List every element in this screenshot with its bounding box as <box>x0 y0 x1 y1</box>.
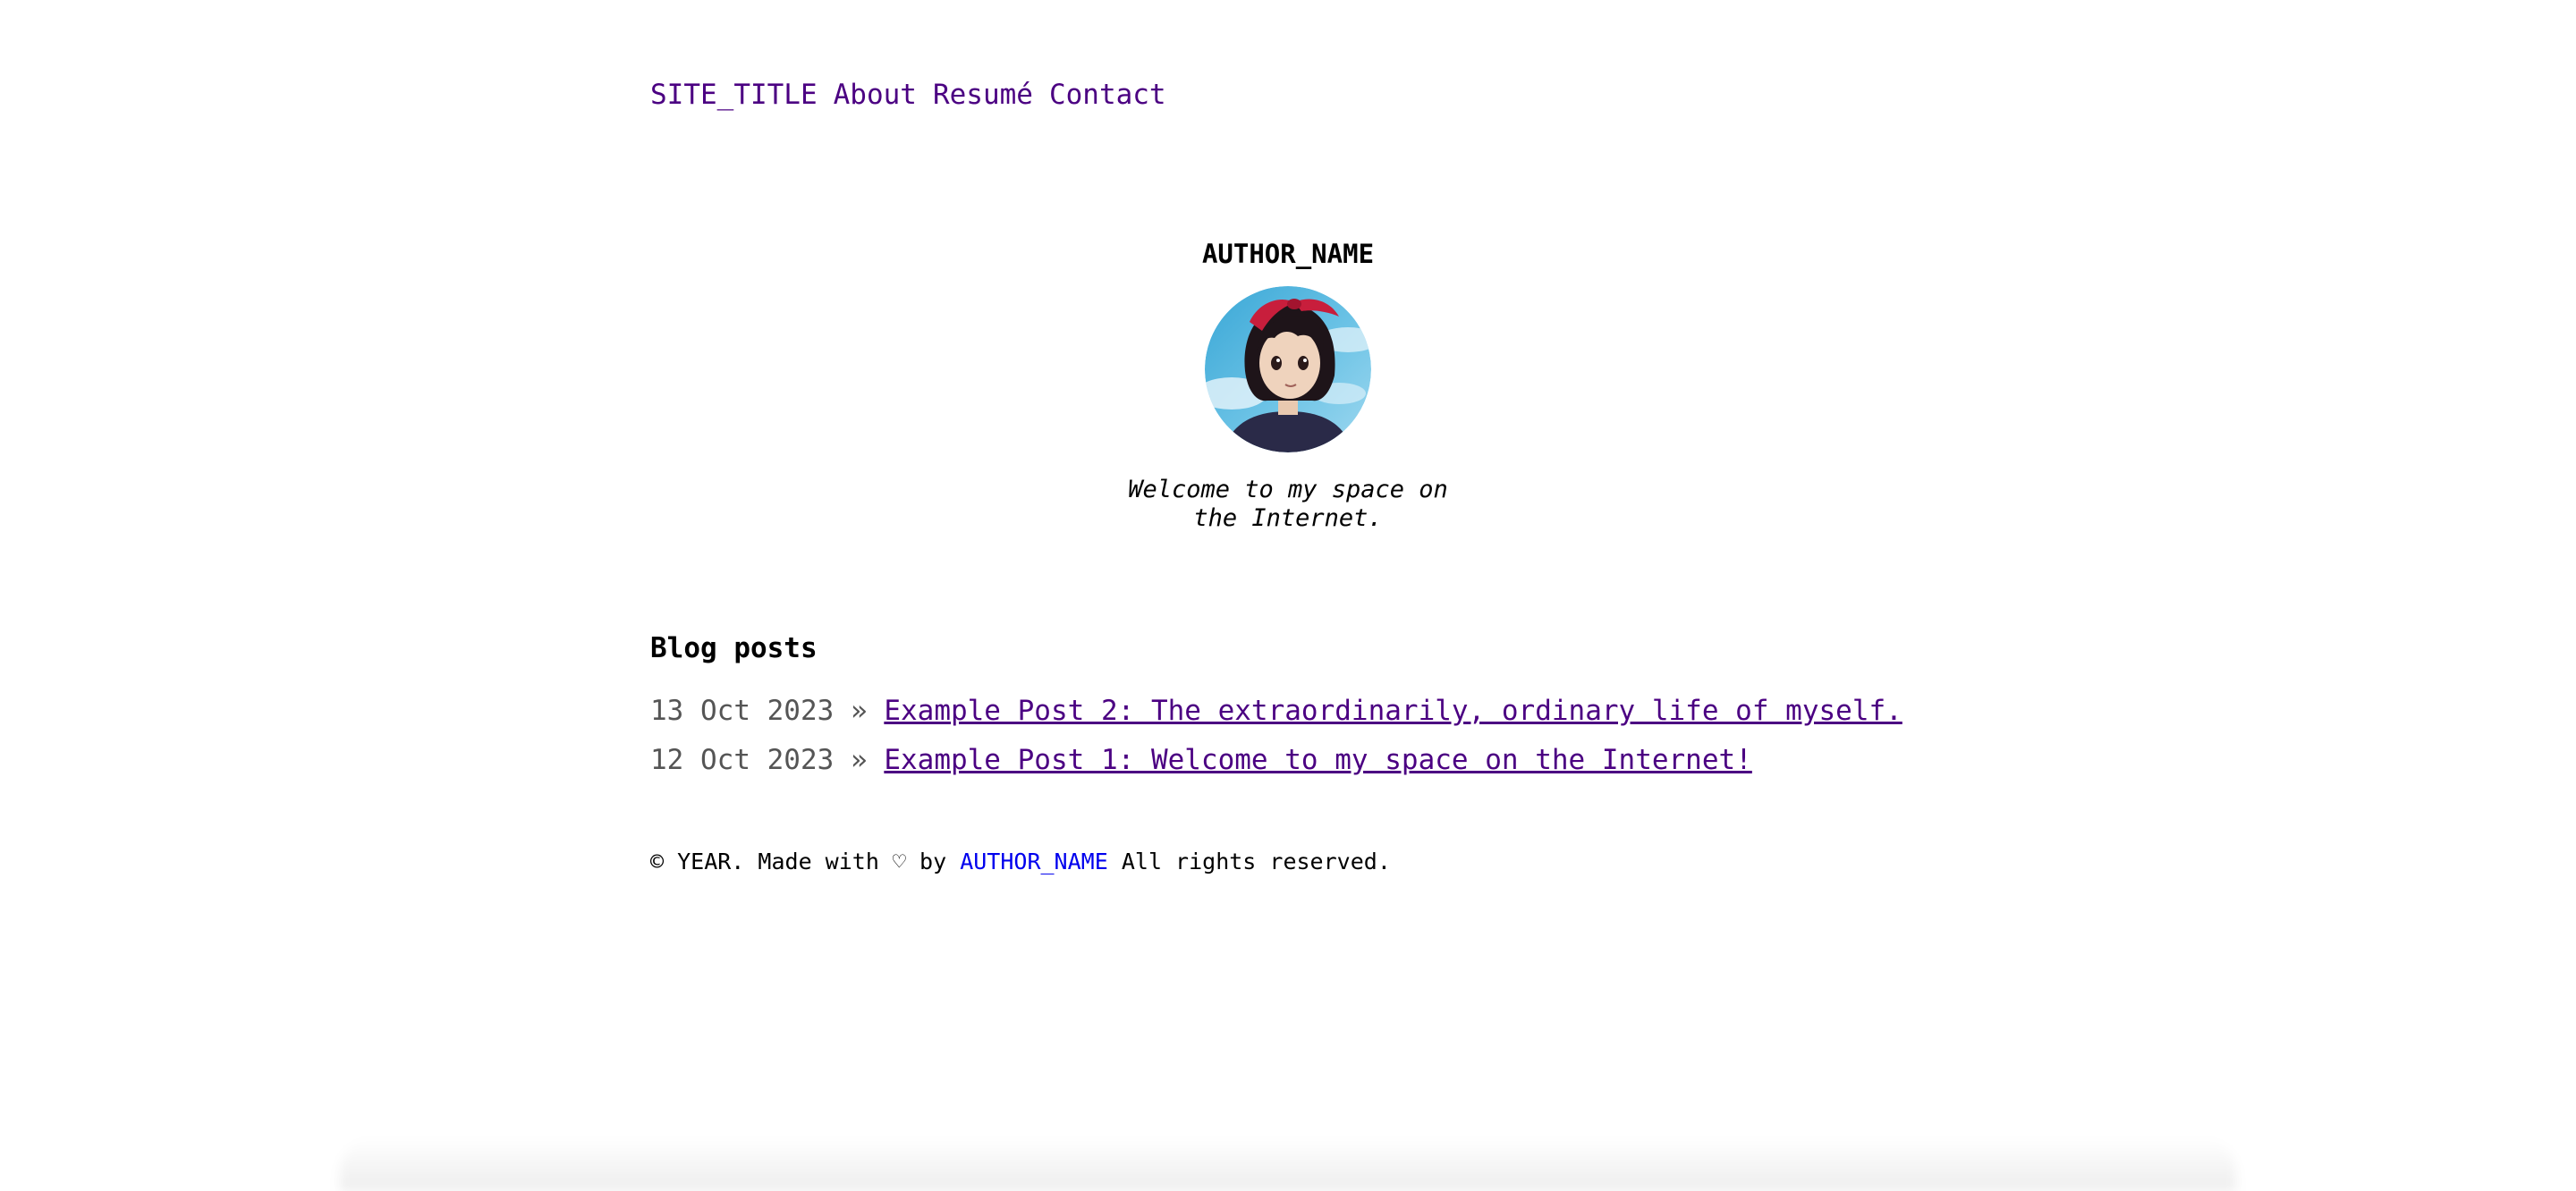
post-link[interactable]: Example Post 1: Welcome to my space on t… <box>884 744 1752 776</box>
post-date: 13 Oct 2023 <box>650 695 835 727</box>
site-title-link[interactable]: SITE_TITLE <box>650 75 818 114</box>
blog-section: Blog posts 13 Oct 2023 » Example Post 2:… <box>650 626 1926 785</box>
post-separator: » <box>850 695 868 727</box>
nav-item-resume[interactable]: Resumé <box>933 75 1033 114</box>
author-name: AUTHOR_NAME <box>1201 239 1375 269</box>
footer-author-link[interactable]: AUTHOR_NAME <box>960 849 1108 874</box>
post-date: 12 Oct 2023 <box>650 744 835 776</box>
profile-section: AUTHOR_NAME Welcome to my space on the I… <box>650 231 1926 533</box>
footer: © YEAR. Made with ♡ by AUTHOR_NAME All r… <box>650 844 1391 880</box>
nav-item-about[interactable]: About <box>834 75 917 114</box>
window-bottom-shadow <box>340 1137 2236 1191</box>
tagline: Welcome to my space on the Internet. <box>1128 476 1448 532</box>
footer-suffix: All rights reserved. <box>1121 849 1391 874</box>
nav-item-contact[interactable]: Contact <box>1049 75 1166 114</box>
list-item: 13 Oct 2023 » Example Post 2: The extrao… <box>650 687 1926 736</box>
avatar <box>1205 286 1371 452</box>
anime-girl-avatar-icon <box>1205 286 1371 452</box>
top-nav: SITE_TITLE About Resumé Contact <box>650 75 1166 114</box>
list-item: 12 Oct 2023 » Example Post 1: Welcome to… <box>650 736 1926 785</box>
footer-prefix: © YEAR. Made with ♡ by <box>650 849 947 874</box>
post-link[interactable]: Example Post 2: The extraordinarily, ord… <box>884 695 1902 727</box>
blog-heading: Blog posts <box>650 632 818 664</box>
post-separator: » <box>850 744 868 776</box>
